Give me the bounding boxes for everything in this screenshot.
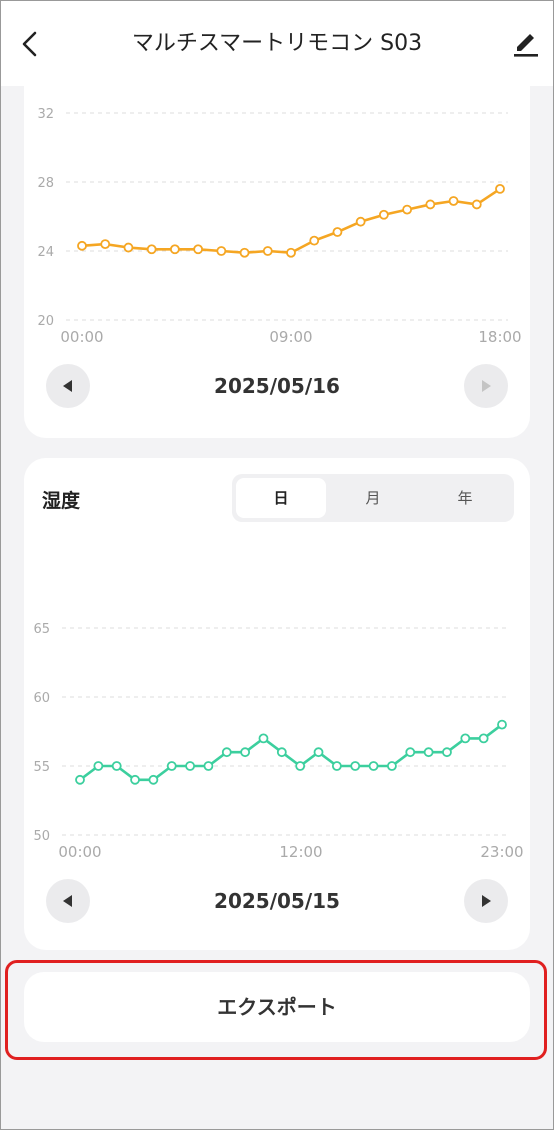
series-line bbox=[79, 723, 503, 782]
data-point bbox=[111, 761, 122, 771]
x-tick-label: 12:00 bbox=[279, 843, 322, 861]
data-point bbox=[221, 747, 232, 758]
y-tick-label: 24 bbox=[37, 245, 54, 260]
data-point bbox=[75, 774, 85, 785]
data-point bbox=[240, 747, 251, 758]
data-point bbox=[423, 747, 434, 758]
data-point bbox=[258, 733, 269, 744]
x-tick-label: 18:00 bbox=[478, 328, 521, 346]
series-line bbox=[81, 187, 501, 255]
next-day-button-disabled[interactable] bbox=[464, 364, 508, 408]
data-point bbox=[497, 719, 507, 730]
data-point bbox=[331, 761, 342, 771]
data-point bbox=[169, 244, 180, 255]
data-point bbox=[402, 204, 413, 215]
export-button[interactable]: エクスポート bbox=[24, 972, 530, 1042]
data-point bbox=[100, 239, 111, 250]
page-title: マルチスマートリモコン S03 bbox=[131, 31, 423, 56]
x-tick-label: 09:00 bbox=[269, 328, 312, 346]
y-tick-label: 65 bbox=[33, 622, 50, 637]
temperature-card: 20 24 28 32 00:00 09:00 18:00 2025/05/16 bbox=[24, 60, 530, 438]
y-tick-label: 60 bbox=[33, 691, 50, 706]
data-point bbox=[216, 246, 227, 256]
data-point bbox=[313, 747, 324, 758]
humidity-date: 2025/05/15 bbox=[214, 889, 340, 913]
y-tick-label: 55 bbox=[33, 760, 50, 775]
humidity-chart: 50 55 60 65 00:00 12:00 23:00 bbox=[33, 622, 523, 861]
data-point bbox=[425, 199, 436, 210]
data-point bbox=[148, 774, 159, 785]
data-point bbox=[471, 199, 482, 210]
x-tick-label: 00:00 bbox=[60, 328, 103, 346]
data-point bbox=[387, 761, 397, 771]
data-point bbox=[309, 235, 320, 246]
data-point bbox=[203, 761, 214, 771]
data-point bbox=[495, 183, 505, 194]
data-point bbox=[130, 774, 140, 785]
data-point bbox=[355, 216, 366, 227]
next-day-button[interactable] bbox=[464, 879, 508, 923]
data-point bbox=[332, 227, 343, 237]
data-point bbox=[286, 247, 296, 258]
data-point bbox=[448, 196, 459, 206]
temperature-date: 2025/05/16 bbox=[214, 374, 340, 398]
data-point bbox=[93, 761, 104, 771]
data-point bbox=[185, 761, 195, 771]
humidity-card: 湿度 日 月 年 50 55 60 65 00:00 12:00 23:00 2025/05… bbox=[24, 458, 530, 950]
data-point bbox=[368, 761, 379, 771]
data-point bbox=[350, 761, 361, 771]
back-arrow-icon[interactable] bbox=[14, 28, 46, 60]
data-point bbox=[295, 761, 306, 771]
data-point bbox=[405, 747, 416, 758]
data-point bbox=[239, 247, 250, 258]
data-point bbox=[166, 761, 177, 771]
edit-pencil-icon[interactable] bbox=[510, 28, 542, 60]
y-tick-label: 50 bbox=[33, 829, 50, 844]
temperature-chart: 20 24 28 32 00:00 09:00 18:00 bbox=[37, 107, 521, 346]
data-point bbox=[193, 244, 204, 255]
data-point bbox=[442, 747, 452, 758]
data-point bbox=[460, 733, 471, 744]
data-point bbox=[478, 733, 489, 744]
y-tick-label: 20 bbox=[37, 314, 54, 329]
triangle-right-icon bbox=[482, 380, 491, 392]
data-point bbox=[77, 240, 87, 251]
x-tick-label: 00:00 bbox=[58, 843, 101, 861]
y-tick-label: 28 bbox=[37, 176, 54, 191]
data-point bbox=[378, 209, 389, 220]
triangle-right-icon bbox=[482, 895, 491, 907]
data-point bbox=[262, 246, 273, 256]
data-point bbox=[146, 244, 157, 255]
data-point bbox=[276, 747, 287, 758]
data-point bbox=[123, 242, 134, 253]
y-tick-label: 32 bbox=[37, 107, 54, 122]
x-tick-label: 23:00 bbox=[480, 843, 523, 861]
